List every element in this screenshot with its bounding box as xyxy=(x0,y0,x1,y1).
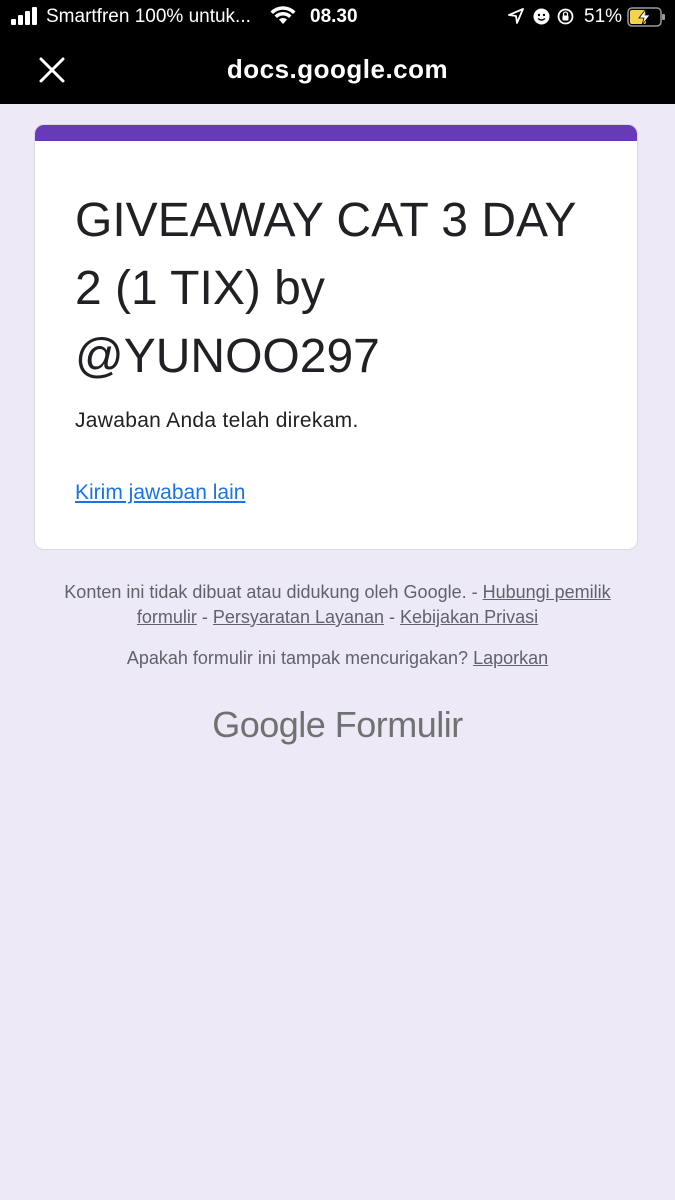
cellular-signal-icon xyxy=(11,7,37,25)
smiley-icon xyxy=(533,8,550,25)
wifi-icon xyxy=(270,6,296,24)
separator: - xyxy=(466,582,483,602)
confirmation-message: Jawaban Anda telah direkam. xyxy=(75,409,359,432)
browser-header: docs.google.com xyxy=(0,34,675,104)
separator: - xyxy=(196,607,213,627)
terms-of-service-link[interactable]: Persyaratan Layanan xyxy=(213,607,384,627)
form-accent-bar xyxy=(35,125,637,141)
submit-another-response-link[interactable]: Kirim jawaban lain xyxy=(75,481,245,505)
privacy-policy-link[interactable]: Kebijakan Privasi xyxy=(400,607,538,627)
report-link[interactable]: Laporkan xyxy=(473,648,548,668)
form-title: GIVEAWAY CAT 3 DAY 2 (1 TIX) by @YUNOO29… xyxy=(75,194,576,383)
battery-percent: 51% xyxy=(584,6,623,27)
logo-product-word: Formulir xyxy=(334,704,464,745)
report-abuse-line: Apakah formulir ini tampak mencurigakan?… xyxy=(0,648,675,669)
status-bar: Smartfren 100% untuk... 08.30 51% xyxy=(0,0,675,34)
google-forms-logo[interactable]: Google Formulir xyxy=(0,704,675,746)
page-domain: docs.google.com xyxy=(226,54,449,84)
rotation-lock-icon xyxy=(557,8,574,25)
clock-time: 08.30 xyxy=(310,6,358,27)
disclaimer-text: Konten ini tidak dibuat atau didukung ol… xyxy=(64,582,467,602)
suspicious-question: Apakah formulir ini tampak mencurigakan? xyxy=(126,648,469,668)
separator: - xyxy=(384,607,401,627)
carrier-label: Smartfren 100% untuk... xyxy=(46,6,251,27)
form-disclaimer: Konten ini tidak dibuat atau didukung ol… xyxy=(60,580,615,630)
battery-charging-icon xyxy=(627,7,665,27)
form-confirmation-card: GIVEAWAY CAT 3 DAY 2 (1 TIX) by @YUNOO29… xyxy=(34,124,638,550)
logo-google-word: Google xyxy=(212,704,326,745)
location-arrow-icon xyxy=(508,8,524,24)
